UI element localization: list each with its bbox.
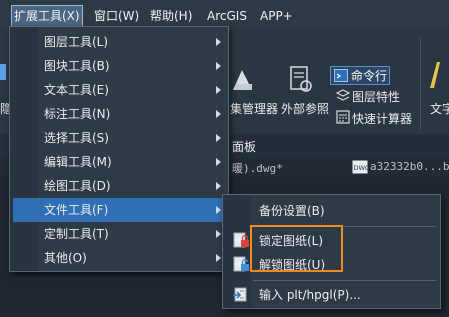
- menu-edge: [0, 6, 2, 26]
- submenu-arrow-icon: [216, 134, 221, 142]
- submenu-item-backup-settings[interactable]: 备份设置(B): [226, 199, 438, 223]
- menu-help[interactable]: 帮助(H): [150, 6, 192, 26]
- lock-drawing-icon: [233, 232, 249, 248]
- menu-item-label: 文本工具(E): [44, 83, 109, 97]
- menu-item-select-tools[interactable]: 选择工具(S): [13, 126, 225, 150]
- menu-item-dimension-tools[interactable]: 标注工具(N): [13, 102, 225, 126]
- ribbon-separator: [420, 38, 421, 130]
- submenu-arrow-icon: [216, 38, 221, 46]
- menu-item-other[interactable]: 其他(O): [13, 246, 225, 270]
- svg-text:DWG: DWG: [354, 164, 369, 172]
- layer-properties-icon: [336, 89, 350, 101]
- ribbon-left-icon: [0, 64, 6, 80]
- menu-item-label: 标注工具(N): [44, 107, 111, 121]
- menu-item-label: 图层工具(L): [44, 35, 109, 49]
- extended-tools-dropdown: 图层工具(L) 图块工具(B) 文本工具(E) 标注工具(N) 选择工具(S) …: [9, 26, 229, 272]
- menu-item-label: 绘图工具(D): [44, 179, 111, 193]
- menu-extended-tools[interactable]: 扩展工具(X): [11, 5, 83, 27]
- command-line-label: 命令行: [351, 69, 388, 83]
- ribbon-text-label[interactable]: 文字: [430, 100, 449, 117]
- text-tool-icon[interactable]: [426, 60, 446, 90]
- import-plot-icon: [233, 287, 247, 302]
- doc-tab-1[interactable]: 暖).dwg*: [232, 160, 283, 176]
- menu-item-draw-tools[interactable]: 绘图工具(D): [13, 174, 225, 198]
- menu-item-layer-tools[interactable]: 图层工具(L): [13, 30, 225, 54]
- submenu-arrow-icon: [216, 62, 221, 70]
- sheet-manager-icon[interactable]: [230, 66, 256, 96]
- menu-item-label: 编辑工具(M): [44, 155, 112, 169]
- submenu-arrow-icon: [216, 110, 221, 118]
- menu-item-file-tools[interactable]: 文件工具(F): [13, 198, 225, 222]
- menu-item-label: 图块工具(B): [44, 59, 110, 73]
- unlock-drawing-icon: [233, 256, 249, 272]
- annotation-highlight-box: [250, 225, 343, 272]
- menu-item-label: 文件工具(F): [44, 203, 109, 217]
- submenu-separator: [253, 280, 436, 281]
- submenu-arrow-icon: [216, 230, 221, 238]
- menu-item-custom-tools[interactable]: 定制工具(T): [13, 222, 225, 246]
- ribbon-xref-label[interactable]: 外部参照: [281, 100, 329, 117]
- ribbon-quick-calculator[interactable]: 快速计算器: [352, 110, 412, 127]
- xref-icon[interactable]: [287, 64, 313, 96]
- menu-item-label: 其他(O): [44, 251, 87, 265]
- menu-arcgis[interactable]: ArcGIS: [207, 6, 247, 26]
- menu-item-edit-tools[interactable]: 编辑工具(M): [13, 150, 225, 174]
- menu-item-label: 定制工具(T): [44, 227, 109, 241]
- command-line-button[interactable]: 命令行: [330, 66, 390, 85]
- dwg-file-icon: DWG: [352, 160, 368, 174]
- ribbon-layer-properties[interactable]: 图层特性: [352, 88, 400, 105]
- submenu-item-label: 备份设置(B): [259, 204, 325, 218]
- ribbon-panel-label: 面板: [232, 140, 257, 154]
- submenu-arrow-icon: [216, 182, 221, 190]
- submenu-arrow-icon: [216, 254, 221, 262]
- menu-item-label: 选择工具(S): [44, 131, 109, 145]
- quick-calculator-icon: [336, 110, 350, 124]
- ribbon-manager-label[interactable]: 集管理器: [230, 100, 278, 117]
- menu-app-plus[interactable]: APP+: [260, 6, 293, 26]
- submenu-arrow-icon: [216, 158, 221, 166]
- command-line-icon: [334, 69, 348, 82]
- submenu-arrow-icon: [216, 86, 221, 94]
- submenu-item-import-plot[interactable]: 输入 plt/hpgl(P)...: [226, 283, 438, 307]
- submenu-arrow-icon: [216, 206, 221, 214]
- menu-window[interactable]: 窗口(W): [94, 6, 139, 26]
- doc-tab-2[interactable]: a32332b0...bd: [370, 160, 449, 173]
- menu-item-text-tools[interactable]: 文本工具(E): [13, 78, 225, 102]
- menu-item-block-tools[interactable]: 图块工具(B): [13, 54, 225, 78]
- file-tools-submenu: 备份设置(B) 锁定图纸(L) 解锁图纸(U) 输入 plt/hpgl(P)..…: [222, 194, 441, 309]
- submenu-item-label: 输入 plt/hpgl(P)...: [259, 288, 361, 302]
